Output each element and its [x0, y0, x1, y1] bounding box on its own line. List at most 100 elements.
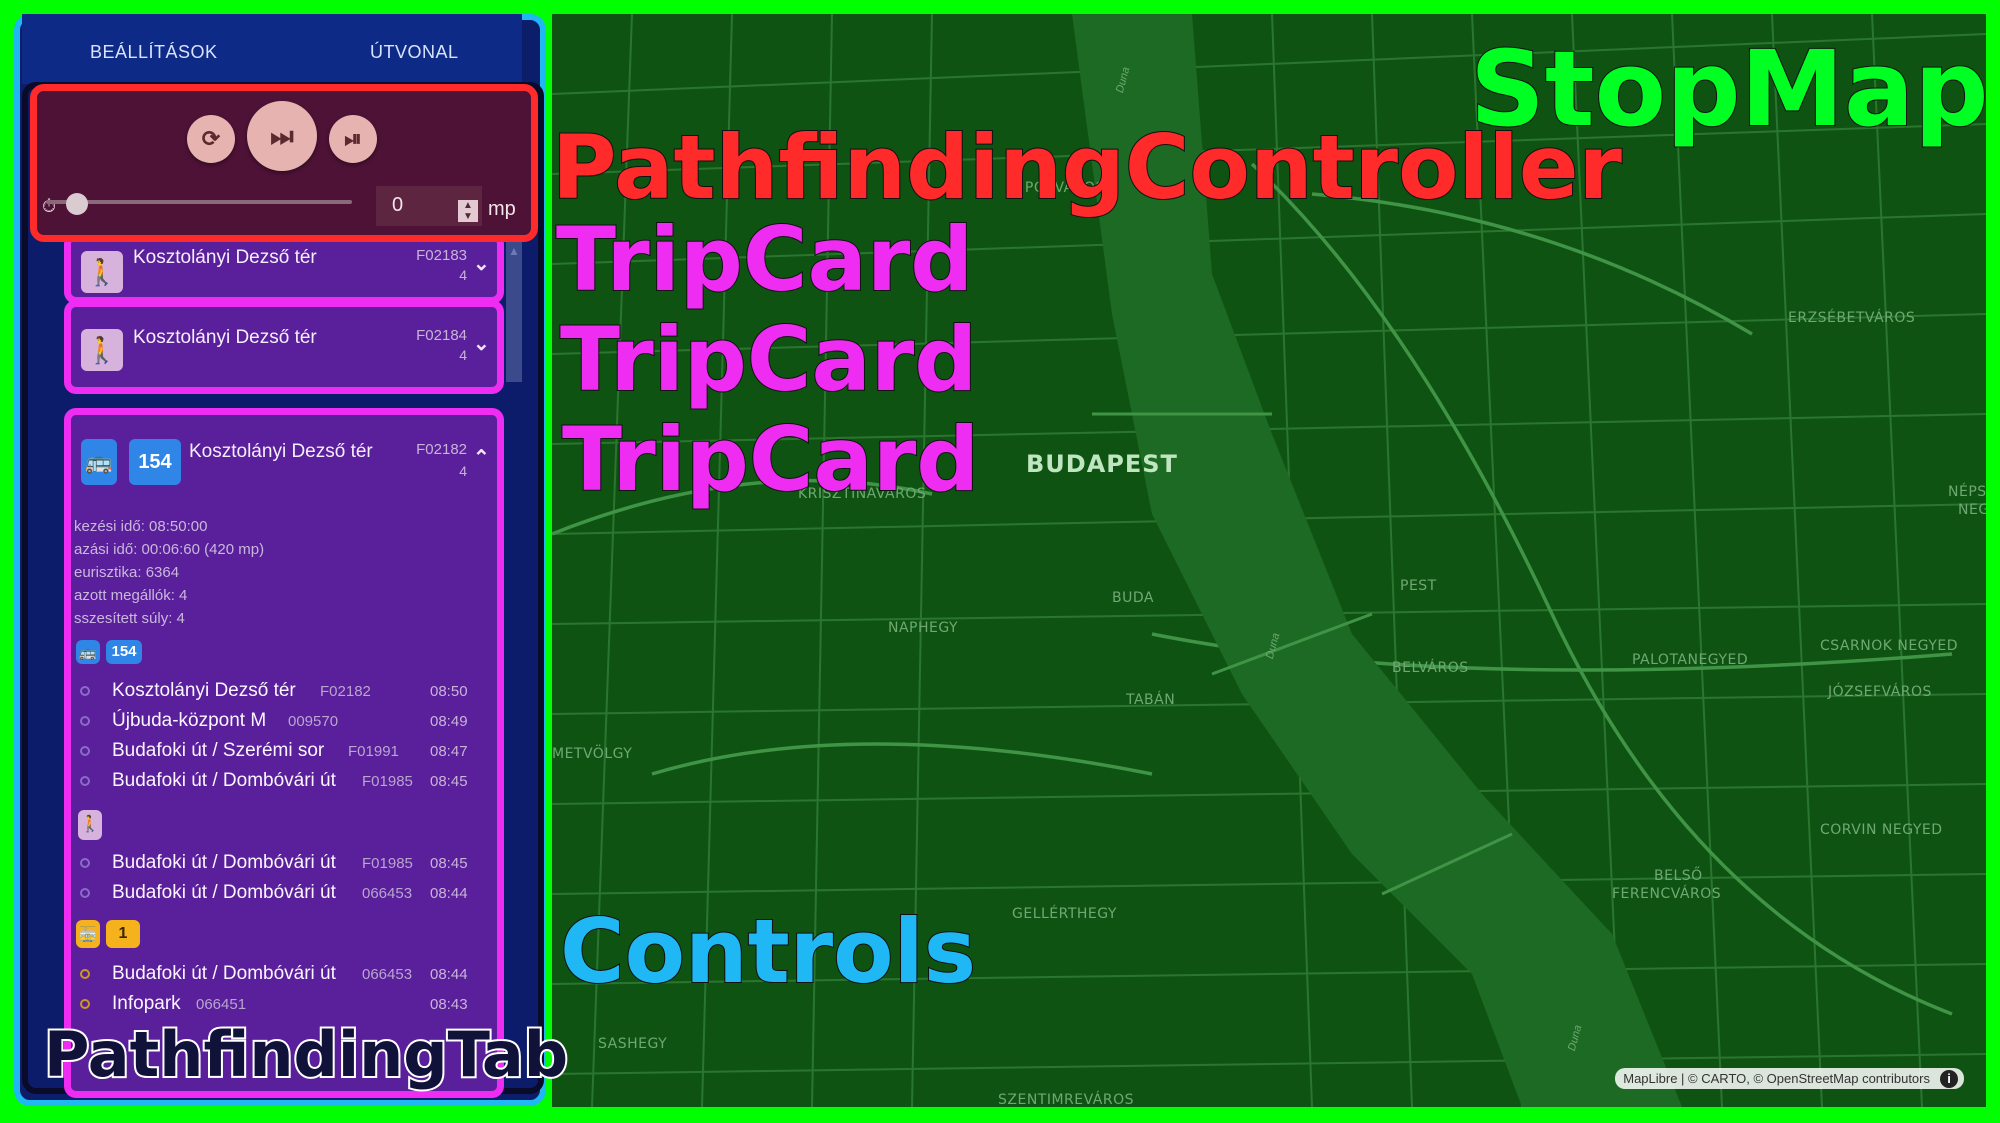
list-item[interactable]: Kosztolányi Dezső tér F02182 08:50: [76, 680, 476, 706]
district-label: PALOTANEGYED: [1632, 652, 1749, 668]
overlay-label-controls: Controls: [559, 899, 977, 1004]
stop-marker: [80, 858, 90, 868]
detail-line: kezési idő: 08:50:00: [74, 518, 208, 535]
district-label: SASHEGY: [598, 1036, 668, 1052]
stop-name: Budafoki út / Dombóvári út: [112, 882, 336, 903]
scrollbar[interactable]: [506, 242, 522, 382]
speed-unit: mp: [488, 198, 516, 220]
stop-name: Kosztolányi Dezső tér: [112, 680, 296, 701]
stop-code: F01985: [362, 773, 413, 790]
list-item[interactable]: Budafoki út / Dombóvári út 066453 08:44: [76, 882, 476, 908]
stop-marker: [80, 776, 90, 786]
district-label: NAPHEGY: [888, 620, 959, 636]
stop-code: F02183: [416, 247, 467, 264]
list-item[interactable]: Infopark 066451 08:43: [76, 993, 476, 1019]
stop-time: 08:49: [430, 713, 468, 730]
bus-icon: 🚌: [81, 439, 117, 485]
district-label: CORVIN NEGYED: [1820, 822, 1943, 838]
stop-marker: [80, 999, 90, 1009]
list-item[interactable]: Budafoki út / Szerémi sor F01991 08:47: [76, 740, 476, 766]
walk-icon: 🚶: [81, 251, 123, 293]
stop-time: 08:47: [430, 743, 468, 760]
route-badge: 154: [129, 439, 181, 485]
stop-code: F02184: [416, 327, 467, 344]
stop-code: F02182: [416, 441, 467, 458]
stop-code: F01991: [348, 743, 399, 760]
list-item[interactable]: Újbuda-központ M 009570 08:49: [76, 710, 476, 736]
district-label: JÓZSEFVÁROS: [1828, 684, 1932, 700]
stop-marker: [80, 746, 90, 756]
stop-marker: [80, 686, 90, 696]
card-title: Kosztolányi Dezső tér: [133, 327, 317, 348]
stop-code: F02182: [320, 683, 371, 700]
overlay-label-controller: PathfindingController: [551, 115, 1623, 220]
tram-icon: 🚋: [76, 920, 100, 948]
route-badge: 1: [106, 920, 140, 948]
trip-card[interactable]: 🚶 Kosztolányi Dezső tér F02184 4 ⌄: [64, 300, 504, 394]
overlay-label-pathfinding-tab: PathfindingTab: [42, 1016, 570, 1093]
list-item[interactable]: Budafoki út / Dombóvári út F01985 08:45: [76, 770, 476, 796]
district-label: NEGY: [1958, 502, 1986, 518]
stop-name: Infopark: [112, 993, 181, 1014]
stop-code: 066453: [362, 966, 413, 983]
card-title: Kosztolányi Dezső tér: [133, 247, 317, 268]
stop-time: 08:50: [430, 683, 468, 700]
stop-marker: [80, 716, 90, 726]
info-icon[interactable]: i: [1940, 1070, 1958, 1088]
overlay-label-tripcard: TripCard: [559, 307, 978, 412]
speed-slider[interactable]: [46, 200, 352, 204]
stop-code: 066451: [196, 996, 247, 1013]
overlay-label-tripcard: TripCard: [555, 207, 974, 312]
stop-count: 4: [459, 347, 467, 363]
map-attribution[interactable]: MapLibre | © CARTO, © OpenStreetMap cont…: [1615, 1068, 1964, 1089]
stop-time: 08:43: [430, 996, 468, 1013]
detail-line: eurisztika: 6364: [74, 564, 180, 581]
district-label: BELVÁROS: [1392, 660, 1469, 676]
district-label: PEST: [1400, 578, 1437, 594]
stop-code: F01985: [362, 855, 413, 872]
stepper-icon[interactable]: ▲ ▼: [458, 200, 478, 222]
walk-icon: 🚶: [81, 329, 123, 371]
stop-marker: [80, 969, 90, 979]
district-label: BUDA: [1112, 590, 1154, 606]
stop-count: 4: [459, 267, 467, 283]
stop-name: Budafoki út / Szerémi sor: [112, 740, 325, 761]
stop-name: Budafoki út / Dombóvári út: [112, 770, 336, 791]
reset-button[interactable]: ⟳: [187, 115, 235, 163]
district-label: SZENTIMREVÁROS: [998, 1092, 1135, 1107]
overlay-label-tripcard: TripCard: [561, 407, 980, 512]
district-label: METVÖLGY: [552, 746, 633, 762]
attribution-text: MapLibre | © CARTO, © OpenStreetMap cont…: [1623, 1071, 1930, 1086]
list-item[interactable]: Budafoki út / Dombóvári út 066453 08:44: [76, 963, 476, 989]
district-label: BELSŐ: [1654, 868, 1703, 884]
district-label: FERENCVÁROS: [1612, 886, 1722, 902]
list-item[interactable]: Budafoki út / Dombóvári út F01985 08:45: [76, 852, 476, 878]
stop-time: 08:44: [430, 885, 468, 902]
slider-thumb[interactable]: [66, 193, 88, 215]
district-label: GELLÉRTHEGY: [1012, 906, 1117, 922]
detail-line: azási idő: 00:06:60 (420 mp): [74, 541, 265, 558]
bus-icon: 🚌: [76, 640, 100, 664]
tab-bar: BEÁLLÍTÁSOK ÚTVONAL: [22, 14, 522, 84]
tab-route[interactable]: ÚTVONAL: [370, 42, 459, 63]
district-label: CSARNOK NEGYED: [1820, 638, 1958, 654]
stop-name: Budafoki út / Dombóvári út: [112, 852, 336, 873]
chevron-down-icon[interactable]: ⌄: [473, 331, 490, 356]
district-label: TABÁN: [1126, 692, 1176, 708]
detail-line: sszesített súly: 4: [74, 610, 185, 627]
tab-settings[interactable]: BEÁLLÍTÁSOK: [90, 42, 218, 63]
card-title: Kosztolányi Dezső tér: [189, 441, 373, 462]
city-label: BUDAPEST: [1026, 450, 1178, 478]
stop-name: Budafoki út / Dombóvári út: [112, 963, 336, 984]
step-button[interactable]: ⏯: [329, 115, 377, 163]
walk-icon: 🚶: [78, 810, 102, 840]
stop-time: 08:44: [430, 966, 468, 983]
stop-count: 4: [459, 463, 467, 479]
fast-forward-button[interactable]: ⏭: [247, 101, 317, 171]
trip-card[interactable]: 🚶 Kosztolányi Dezső tér F02183 4 ⌄: [64, 232, 504, 304]
chevron-down-icon[interactable]: ⌄: [473, 251, 490, 276]
chevron-up-icon[interactable]: ⌃: [473, 445, 490, 470]
stop-code: 066453: [362, 885, 413, 902]
scroll-up-icon[interactable]: ▲: [506, 244, 522, 258]
stop-time: 08:45: [430, 773, 468, 790]
